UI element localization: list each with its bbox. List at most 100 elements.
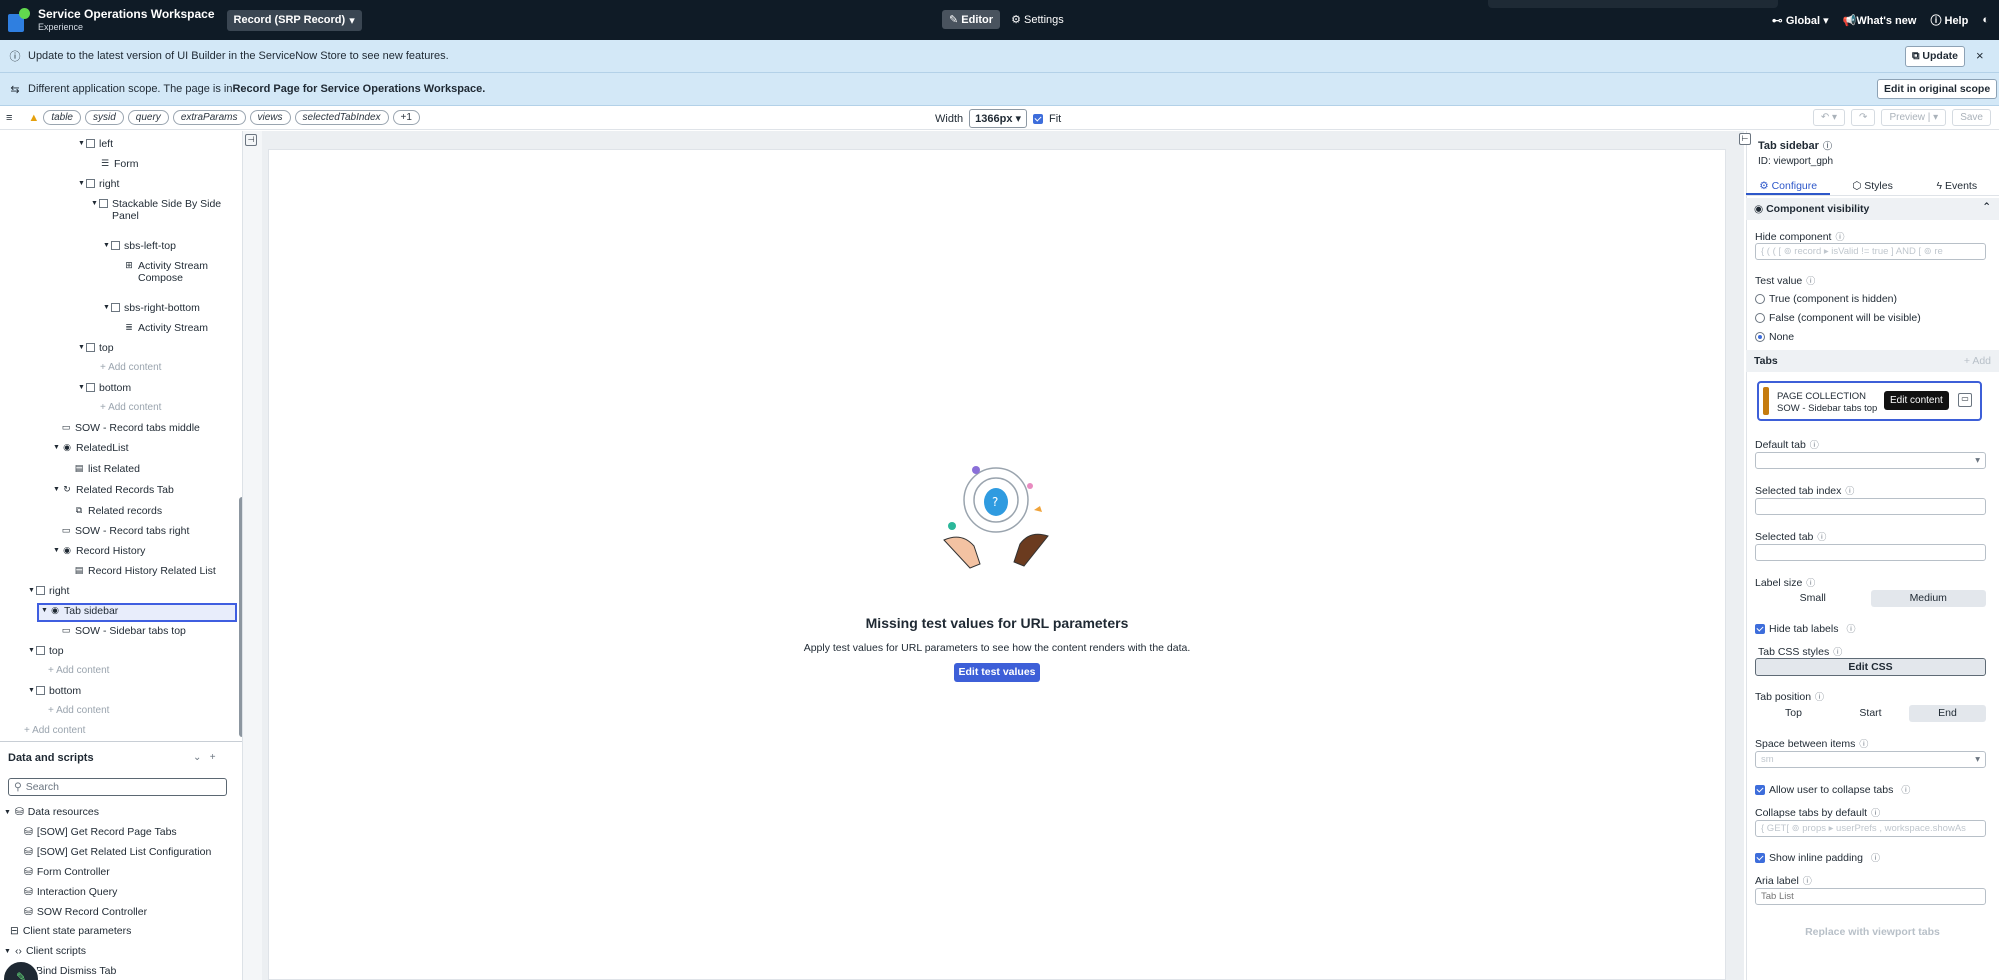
tab-configure[interactable]: ⚙ Configure (1746, 178, 1831, 195)
tree-node[interactable]: ▼ right (78, 178, 119, 190)
assistant-button[interactable]: ✎ (2, 960, 40, 980)
help-button[interactable]: ⓘ Help (1930, 12, 1968, 28)
global-scope-menu[interactable]: ⊷ Global ▾ (1772, 14, 1829, 27)
tree-node[interactable]: ▭ SOW - Record tabs middle (60, 422, 200, 434)
client-state-item[interactable]: ⊟ Client state parameters (10, 925, 131, 937)
tree-node-tab-sidebar[interactable]: ▼ ◉ Tab sidebar (41, 605, 118, 617)
tree-node[interactable]: ▼ left (78, 138, 113, 150)
tree-node[interactable]: ▭ SOW - Sidebar tabs top (60, 625, 186, 637)
data-scripts-search[interactable]: ⚲ Search (8, 778, 227, 796)
param-chip[interactable]: extraParams (172, 110, 246, 125)
hide-component-input[interactable]: { ( ( [ ⊚ record ▸ isValid != true ] AND… (1755, 243, 1986, 260)
info-icon[interactable]: ⓘ (1803, 876, 1812, 886)
undo-button[interactable]: ↶ ▾ (1812, 109, 1846, 126)
chevron-up-icon[interactable]: ⌃ (1982, 201, 1991, 213)
tree-node[interactable]: ▼ ◉ Record History (53, 545, 145, 557)
position-start-option[interactable]: Start (1832, 705, 1909, 722)
collapse-right-panel-icon[interactable]: ⊢ (1739, 133, 1751, 145)
param-chip[interactable]: selectedTabIndex (294, 110, 389, 125)
editor-tab[interactable]: ✎ Editor (942, 10, 1001, 29)
tree-node[interactable]: ▼ top (78, 342, 114, 354)
save-button[interactable]: Save (1952, 109, 1991, 126)
space-between-select[interactable]: sm ▾ (1755, 751, 1986, 768)
tree-node[interactable]: ☰ Form (99, 158, 139, 170)
inline-padding-checkbox[interactable]: Show inline padding ⓘ (1755, 851, 1880, 864)
data-resource-item[interactable]: ⛁ [SOW] Get Record Page Tabs (24, 826, 177, 838)
tree-node[interactable]: ▼ bottom (28, 685, 81, 697)
tree-node[interactable]: ▼ bottom (78, 382, 131, 394)
radio-false[interactable]: False (component will be visible) (1755, 312, 1921, 324)
tree-node[interactable]: ▼ ◉ RelatedList (53, 442, 129, 454)
info-icon[interactable]: ⓘ (1806, 276, 1815, 286)
fit-checkbox[interactable] (1033, 113, 1044, 124)
collapse-default-input[interactable]: { GET[ ⊚ props ▸ userPrefs , workspace.s… (1755, 820, 1986, 837)
theme-toggle-icon[interactable]: ◐ (1982, 14, 1989, 26)
info-icon[interactable]: ⓘ (1815, 692, 1824, 702)
info-icon[interactable]: ⓘ (1835, 232, 1844, 242)
info-icon[interactable]: ⓘ (1845, 486, 1854, 496)
info-icon[interactable]: ⓘ (1806, 578, 1815, 588)
info-icon[interactable]: ⓘ (1833, 647, 1842, 657)
settings-tab[interactable]: ⚙ Settings (1004, 10, 1071, 29)
tree-node[interactable]: ▼ top (28, 645, 64, 657)
whats-new-button[interactable]: 📢What's new (1843, 14, 1917, 27)
tree-node[interactable]: ▼ sbs-right-bottom (103, 302, 200, 314)
add-content-link[interactable]: + Add content (24, 725, 85, 736)
tree-node[interactable]: ▤ Record History Related List (73, 565, 216, 577)
data-resource-item[interactable]: ⛁ Form Controller (24, 866, 110, 878)
info-icon[interactable]: ⓘ (1817, 532, 1826, 542)
info-icon[interactable]: ⓘ (1901, 783, 1910, 796)
aria-label-input[interactable] (1755, 888, 1986, 905)
redo-button[interactable]: ↷ (1851, 109, 1876, 126)
selected-tab-index-input[interactable] (1755, 498, 1986, 515)
info-icon[interactable]: ⓘ (1871, 851, 1880, 864)
size-small-option[interactable]: Small (1755, 590, 1871, 607)
param-chip-more[interactable]: +1 (392, 110, 420, 125)
param-chip[interactable]: table (43, 110, 81, 125)
data-resource-item[interactable]: ⛁ Interaction Query (24, 886, 117, 898)
data-resource-item[interactable]: ⛁ [SOW] Get Related List Configuration (24, 846, 211, 858)
add-content-link[interactable]: + Add content (100, 402, 161, 413)
tree-node[interactable]: ▼ right (28, 585, 69, 597)
client-script-item[interactable]: Bind Dismiss Tab (36, 965, 116, 977)
param-chip[interactable]: views (249, 110, 291, 125)
tree-node[interactable]: ⊞ Activity Stream Compose (123, 260, 208, 284)
default-tab-select[interactable]: ▾ (1755, 452, 1986, 469)
size-medium-option[interactable]: Medium (1870, 590, 1986, 607)
data-resources-group[interactable]: ▼ ⛁ Data resources (4, 806, 99, 818)
radio-none[interactable]: None (1755, 331, 1794, 343)
tree-node[interactable]: ▼ sbs-left-top (103, 240, 176, 252)
tree-node[interactable]: ▼ ↻ Related Records Tab (53, 484, 174, 496)
allow-collapse-checkbox[interactable]: Allow user to collapse tabs ⓘ (1755, 783, 1910, 796)
add-content-link[interactable]: + Add content (100, 362, 161, 373)
warning-icon[interactable]: ▲ (28, 112, 39, 124)
tab-events[interactable]: ϟ Events (1915, 178, 1999, 195)
tab-position-toggle[interactable]: Top Start End (1755, 705, 1986, 722)
data-resource-item[interactable]: ⛁ SOW Record Controller (24, 906, 147, 918)
param-chip[interactable]: sysid (85, 110, 124, 125)
label-size-toggle[interactable]: Small Medium (1755, 590, 1986, 607)
tree-node[interactable]: ▭ SOW - Record tabs right (60, 525, 190, 537)
update-button[interactable]: ⧉ Update (1905, 46, 1966, 67)
client-scripts-group[interactable]: ▼ ‹› Client scripts (4, 945, 86, 957)
position-top-option[interactable]: Top (1755, 705, 1832, 722)
tree-node[interactable]: ⧉ Related records (73, 505, 162, 517)
tree-node[interactable]: ▤ list Related (73, 463, 140, 475)
param-chip[interactable]: query (127, 110, 169, 125)
edit-css-button[interactable]: Edit CSS (1755, 658, 1986, 676)
info-icon[interactable]: ⓘ (1810, 440, 1819, 450)
close-icon[interactable]: × (1976, 48, 1984, 63)
info-icon[interactable]: ⓘ (1846, 622, 1855, 635)
tree-node[interactable]: ≣ Activity Stream (123, 322, 208, 334)
add-content-link[interactable]: + Add content (48, 665, 109, 676)
tab-styles[interactable]: ⬡ Styles (1830, 178, 1914, 195)
visibility-section-header[interactable]: ◉ Component visibility ⌃ (1746, 198, 1999, 220)
edit-content-icon[interactable]: ▭ (1958, 393, 1972, 407)
edit-test-values-button[interactable]: Edit test values (954, 663, 1040, 682)
info-icon[interactable]: ⓘ (1859, 739, 1868, 749)
menu-icon[interactable]: ≡ (6, 112, 12, 124)
selected-tab-input[interactable] (1755, 544, 1986, 561)
tree-node[interactable]: ▼ Stackable Side By Side Panel (91, 198, 221, 222)
hide-tab-labels-checkbox[interactable]: Hide tab labels ⓘ (1755, 622, 1855, 635)
preview-button[interactable]: Preview | ▾ (1881, 109, 1947, 126)
